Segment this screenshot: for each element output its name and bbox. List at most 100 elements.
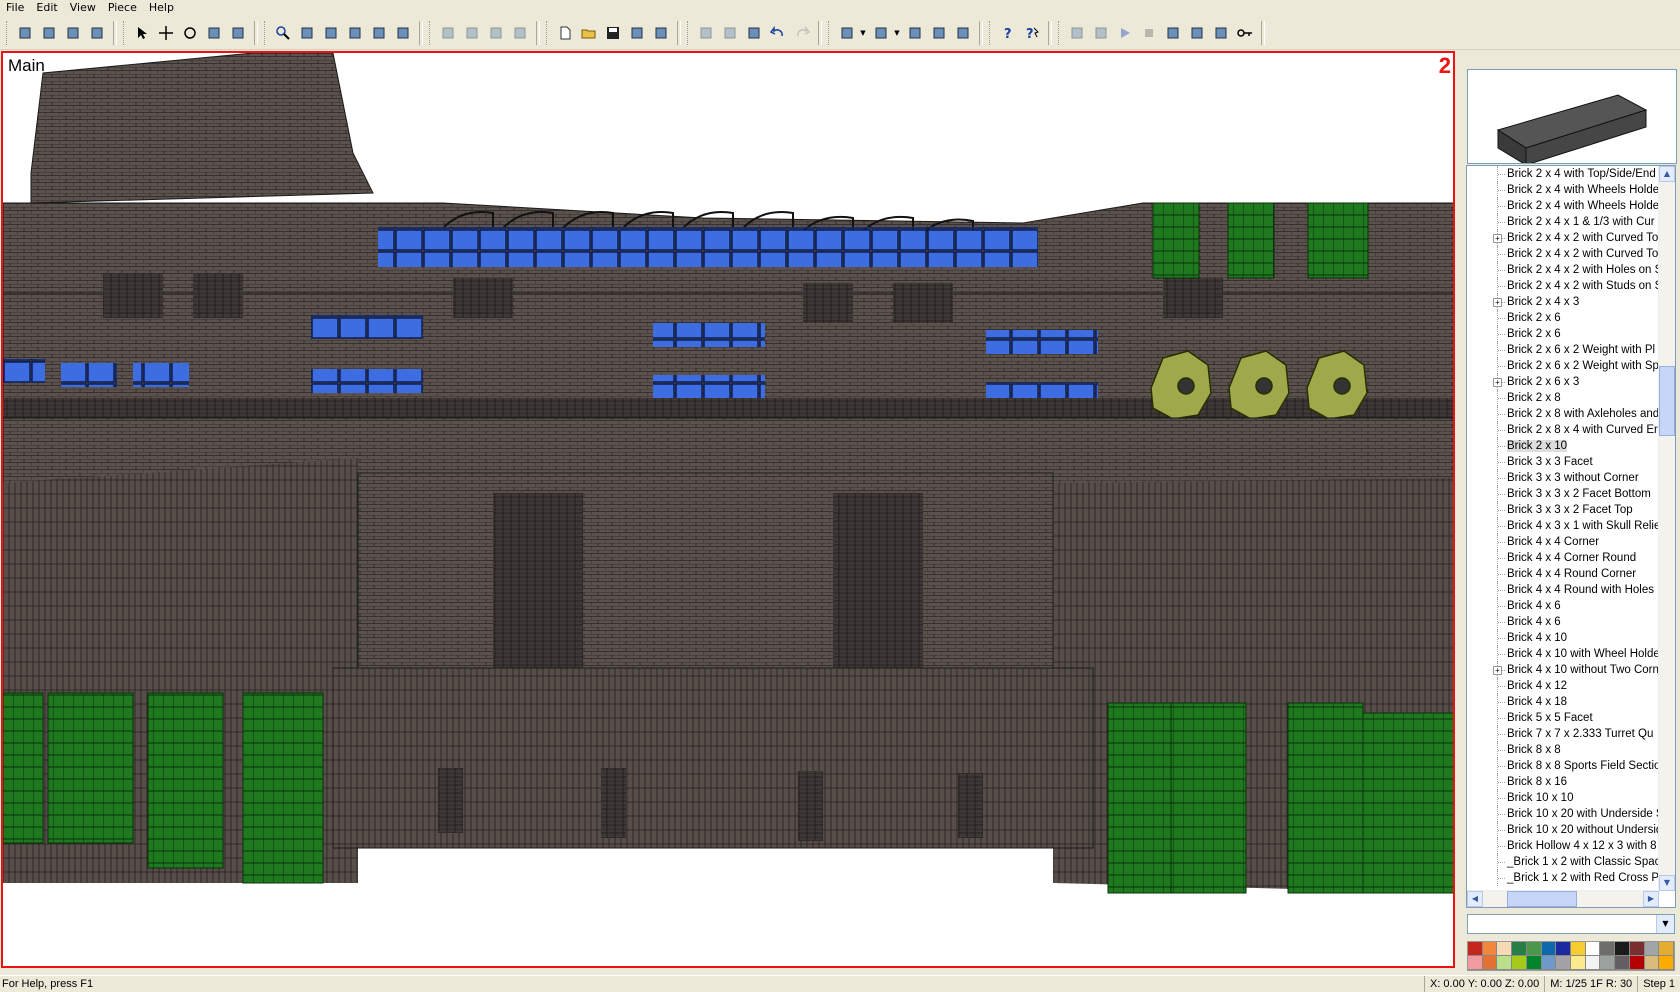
color-swatch[interactable]: [1615, 942, 1630, 956]
prev-step-icon[interactable]: [1090, 22, 1112, 44]
tree-item[interactable]: Brick 2 x 8: [1467, 390, 1675, 406]
menu-help[interactable]: Help: [143, 0, 180, 16]
open-icon[interactable]: [578, 22, 600, 44]
rotate-view-icon[interactable]: [320, 22, 342, 44]
expand-icon[interactable]: +: [1493, 298, 1502, 307]
insert-light-icon[interactable]: [38, 22, 60, 44]
color-swatch[interactable]: [1659, 942, 1674, 956]
print-icon[interactable]: [626, 22, 648, 44]
prev-icon[interactable]: [437, 22, 459, 44]
tree-item[interactable]: Brick 10 x 10: [1467, 790, 1675, 806]
tree-item[interactable]: Brick 3 x 3 Facet: [1467, 454, 1675, 470]
help-icon[interactable]: ?: [997, 22, 1019, 44]
tree-item[interactable]: Brick 4 x 4 Round Corner: [1467, 566, 1675, 582]
zoom-icon[interactable]: [272, 22, 294, 44]
color-swatch[interactable]: [1482, 942, 1498, 956]
hide-icon[interactable]: [928, 22, 950, 44]
tree-item[interactable]: Brick 4 x 3 x 1 with Skull Relie: [1467, 518, 1675, 534]
color-swatch[interactable]: [1512, 942, 1527, 956]
tree-item[interactable]: Brick 3 x 3 x 2 Facet Bottom: [1467, 486, 1675, 502]
scroll-thumb[interactable]: [1659, 366, 1675, 436]
tree-item[interactable]: Brick 2 x 4 with Wheels Holder: [1467, 182, 1675, 198]
scroll-down-icon[interactable]: ▼: [1659, 875, 1675, 891]
tree-item[interactable]: Brick 4 x 4 Corner Round: [1467, 550, 1675, 566]
tree-vertical-scrollbar[interactable]: ▲ ▼: [1658, 166, 1675, 891]
play-icon[interactable]: [1114, 22, 1136, 44]
redo-icon[interactable]: [791, 22, 813, 44]
tree-item[interactable]: Brick 2 x 4 x 2 with Studs on S: [1467, 278, 1675, 294]
move-icon[interactable]: [155, 22, 177, 44]
tree-item[interactable]: Brick 2 x 4 x 2 with Curved To: [1467, 246, 1675, 262]
color-swatch[interactable]: [1512, 956, 1527, 970]
main-viewport[interactable]: Main 2: [1, 51, 1455, 968]
cut-icon[interactable]: [695, 22, 717, 44]
tree-item[interactable]: Brick 8 x 8 Sports Field Section: [1467, 758, 1675, 774]
toolbar-grip[interactable]: [687, 20, 691, 45]
model-render[interactable]: [3, 53, 1455, 968]
expand-icon[interactable]: +: [1493, 234, 1502, 243]
snap-icon[interactable]: [485, 22, 507, 44]
toolbar-grip[interactable]: [123, 20, 127, 45]
menu-edit[interactable]: Edit: [30, 0, 63, 16]
roll-icon[interactable]: [344, 22, 366, 44]
chevron-down-icon[interactable]: ▼: [1656, 915, 1674, 933]
insert-camera-icon[interactable]: [86, 22, 108, 44]
tree-item[interactable]: Brick 2 x 8 with Axleholes and: [1467, 406, 1675, 422]
tree-item[interactable]: Brick 3 x 3 without Corner: [1467, 470, 1675, 486]
tree-item[interactable]: Brick 10 x 20 without Underside: [1467, 822, 1675, 838]
tree-item[interactable]: Brick 2 x 6 x 2 Weight with Sp: [1467, 358, 1675, 374]
animation-icon[interactable]: [1210, 22, 1232, 44]
tree-item[interactable]: Brick 4 x 6: [1467, 598, 1675, 614]
tree-item[interactable]: Brick 2 x 4 with Top/Side/End: [1467, 166, 1675, 182]
tree-item[interactable]: Brick 7 x 7 x 2.333 Turret Qu: [1467, 726, 1675, 742]
toolbar-grip[interactable]: [828, 20, 832, 45]
erase-icon[interactable]: [203, 22, 225, 44]
color-swatch[interactable]: [1497, 956, 1513, 970]
paint-icon[interactable]: [227, 22, 249, 44]
color-swatch[interactable]: [1468, 942, 1483, 956]
paste-icon[interactable]: [743, 22, 765, 44]
tree-horizontal-scrollbar[interactable]: ◀ ▶: [1467, 890, 1659, 907]
toolbar-dropdown-arrow-icon[interactable]: ▼: [859, 22, 867, 44]
next-icon[interactable]: [461, 22, 483, 44]
tree-item[interactable]: Brick 2 x 4 x 1 & 1/3 with Cur: [1467, 214, 1675, 230]
print-preview-icon[interactable]: [650, 22, 672, 44]
insert-spotlight-icon[interactable]: [62, 22, 84, 44]
tree-item[interactable]: + Brick 4 x 10 without Two Corne: [1467, 662, 1675, 678]
toolbar-grip[interactable]: [1058, 20, 1062, 45]
new-piece-icon[interactable]: [14, 22, 36, 44]
stop-icon[interactable]: [1138, 22, 1160, 44]
color-swatch[interactable]: [1526, 942, 1542, 956]
copy-icon[interactable]: [719, 22, 741, 44]
color-swatch[interactable]: [1629, 942, 1645, 956]
parts-tree[interactable]: Brick 2 x 4 with Top/Side/End Brick 2 x 4…: [1466, 165, 1676, 908]
tree-item[interactable]: Brick 2 x 4 x 2 with Holes on S: [1467, 262, 1675, 278]
tree-item[interactable]: Brick 4 x 12: [1467, 678, 1675, 694]
scroll-right-icon[interactable]: ▶: [1643, 891, 1659, 907]
tree-item[interactable]: Brick 2 x 4 with Wheels Holder: [1467, 198, 1675, 214]
undo-icon[interactable]: [767, 22, 789, 44]
tree-item[interactable]: + Brick 2 x 4 x 3: [1467, 294, 1675, 310]
color-swatch[interactable]: [1556, 956, 1571, 970]
tree-item[interactable]: Brick 5 x 5 Facet: [1467, 710, 1675, 726]
color-swatch[interactable]: [1468, 956, 1483, 970]
color-swatch[interactable]: [1585, 956, 1601, 970]
tree-item[interactable]: Brick 2 x 10: [1467, 438, 1675, 454]
tree-item[interactable]: + Brick 2 x 6 x 3: [1467, 374, 1675, 390]
lock-menu-icon[interactable]: [870, 22, 892, 44]
pan-icon[interactable]: [296, 22, 318, 44]
tree-item[interactable]: Brick 2 x 6: [1467, 310, 1675, 326]
snap-grid-icon[interactable]: [509, 22, 531, 44]
key-icon[interactable]: [1234, 22, 1256, 44]
tree-item[interactable]: _Brick 1 x 2 with Classic Space: [1467, 854, 1675, 870]
color-swatch[interactable]: [1600, 956, 1616, 970]
scroll-up-icon[interactable]: ▲: [1659, 166, 1675, 182]
select-icon[interactable]: [131, 22, 153, 44]
toolbar-grip[interactable]: [264, 20, 268, 45]
tree-item[interactable]: Brick 8 x 8: [1467, 742, 1675, 758]
expand-icon[interactable]: +: [1493, 378, 1502, 387]
color-swatch[interactable]: [1497, 942, 1513, 956]
first-step-icon[interactable]: [1066, 22, 1088, 44]
color-swatch[interactable]: [1644, 956, 1660, 970]
menu-file[interactable]: File: [0, 0, 30, 16]
